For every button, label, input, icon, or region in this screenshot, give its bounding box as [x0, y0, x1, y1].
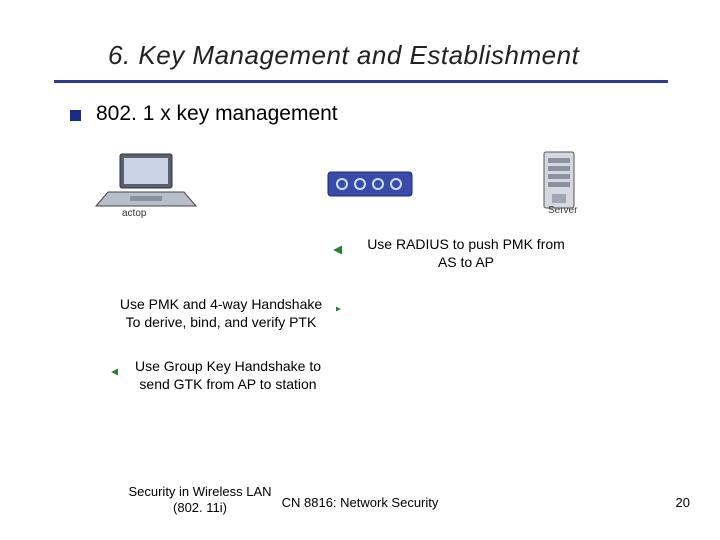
gtk-line2: send GTK from AP to station [139, 376, 316, 392]
footer-center: CN 8816: Network Security [0, 495, 720, 510]
pmk-line1: Use PMK and 4-way Handshake [120, 296, 322, 312]
gtk-line1: Use Group Key Handshake to [135, 358, 321, 374]
radius-text: Use RADIUS to push PMK from AS to AP [342, 236, 590, 271]
pmk-line2: To derive, bind, and verify PTK [126, 314, 317, 330]
pmk-text: Use PMK and 4-way Handshake To derive, b… [106, 296, 336, 331]
radius-line1: Use RADIUS to push PMK from [367, 236, 565, 252]
radius-line2: AS to AP [438, 254, 494, 270]
page-number: 20 [676, 495, 690, 510]
gtk-text: Use Group Key Handshake to send GTK from… [118, 358, 338, 393]
